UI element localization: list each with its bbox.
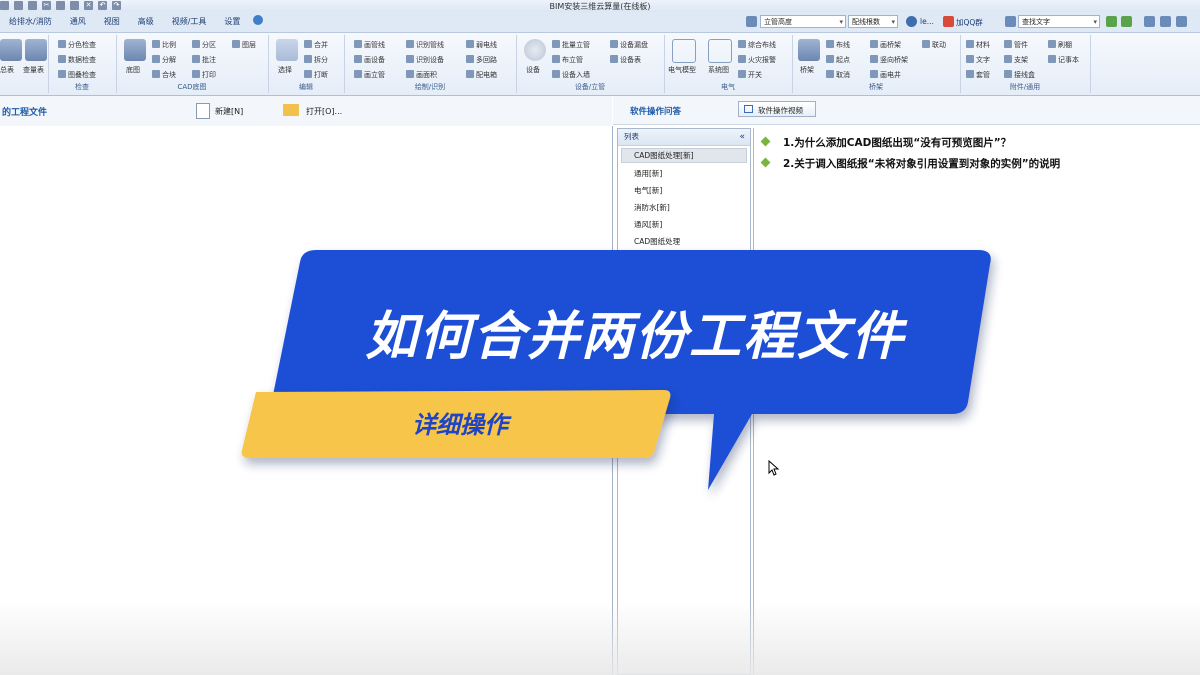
banner-title: 如何合并两份工程文件 (364, 307, 905, 367)
mouse-cursor-icon (768, 460, 780, 476)
banner-subtitle: 详细操作 (412, 411, 508, 439)
